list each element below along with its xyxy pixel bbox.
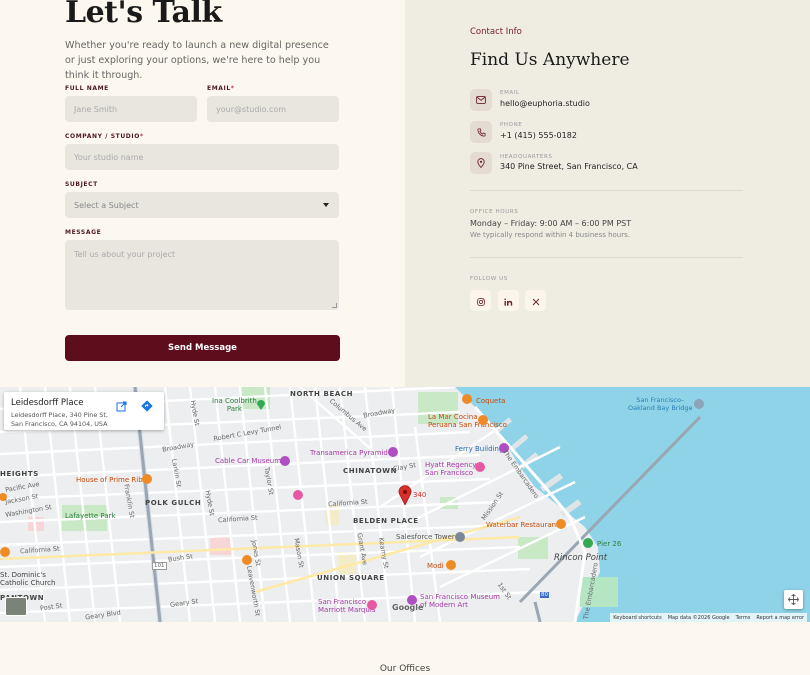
- park-pin-icon[interactable]: [256, 398, 266, 410]
- follow-us-label: FOLLOW US: [470, 276, 508, 282]
- poi-label[interactable]: Cable Car Museum: [215, 457, 281, 465]
- instagram-button[interactable]: [470, 290, 491, 311]
- neighborhood-label: POLK GULCH: [145, 499, 202, 507]
- directions-icon[interactable]: [141, 400, 153, 412]
- place-address: Leidesdorff Place, 340 Pine St, San Fran…: [11, 411, 108, 428]
- poi-label[interactable]: San Francisco Museum of Modern Art: [420, 593, 500, 609]
- map-data-text: Map data ©2026 Google: [667, 614, 730, 621]
- place-label: Rincon Point: [554, 553, 608, 563]
- poi-label[interactable]: Ferry Building: [455, 445, 503, 453]
- page-title: Let's Talk: [65, 0, 222, 30]
- poi-label[interactable]: Transamerica Pyramid: [310, 449, 388, 457]
- contact-form-panel: Let's Talk Whether you're ready to launc…: [0, 0, 405, 387]
- company-input[interactable]: Your studio name: [65, 144, 339, 170]
- poi-label[interactable]: St. Dominic's Catholic Church: [0, 571, 55, 587]
- offices-heading: Our Offices: [379, 664, 431, 674]
- poi-label[interactable]: Pier 26: [597, 540, 621, 548]
- poi-label[interactable]: House of Prime Rib: [76, 476, 143, 484]
- report-error-link[interactable]: Report a map error: [756, 615, 804, 621]
- location-pin-icon: [470, 152, 492, 174]
- message-textarea[interactable]: Tell us about your project: [65, 240, 339, 310]
- neighborhood-label: CHINATOWN: [343, 467, 398, 475]
- restaurant-pin-icon[interactable]: [142, 474, 152, 484]
- location-marker-icon[interactable]: [398, 485, 412, 505]
- hq-info-label: HEADQUARTERS: [500, 154, 553, 160]
- restaurant-pin-icon[interactable]: [462, 394, 472, 406]
- hotel-pin-icon[interactable]: [293, 490, 303, 500]
- terms-link[interactable]: Terms: [736, 615, 751, 621]
- restaurant-pin-icon[interactable]: [446, 560, 456, 570]
- email-link[interactable]: hello@euphoria.studio: [500, 99, 590, 108]
- satellite-toggle-button[interactable]: [5, 597, 27, 616]
- hotel-pin-icon[interactable]: [475, 462, 485, 472]
- divider: [470, 257, 743, 258]
- keyboard-shortcuts-link[interactable]: Keyboard shortcuts: [613, 615, 661, 621]
- office-hours-note: We typically respond within 4 business h…: [470, 231, 630, 239]
- poi-label[interactable]: Ina Coolbrith Park: [212, 397, 257, 413]
- divider: [470, 190, 743, 191]
- building-pin-icon[interactable]: [455, 532, 465, 542]
- phone-link[interactable]: +1 (415) 555-0182: [500, 131, 577, 140]
- poi-label[interactable]: Coqueta: [476, 397, 505, 405]
- full-name-label: FULL NAME: [65, 85, 109, 92]
- landmark-pin-icon[interactable]: [694, 399, 704, 409]
- poi-label[interactable]: Hyatt Regency San Francisco: [425, 461, 476, 477]
- poi-label[interactable]: La Mar Cocina Peruana San Francisco: [428, 413, 507, 429]
- neighborhood-label: NORTH BEACH: [290, 390, 354, 398]
- google-logo: Google: [392, 603, 424, 612]
- poi-label[interactable]: Lafayette Park: [65, 512, 116, 520]
- landmark-pin-icon[interactable]: [388, 447, 398, 457]
- linkedin-button[interactable]: [498, 290, 519, 311]
- park-pin-icon[interactable]: [583, 538, 593, 548]
- restaurant-pin-icon[interactable]: [242, 555, 252, 565]
- office-hours-label: OFFICE HOURS: [470, 209, 519, 215]
- neighborhood-label: HEIGHTS: [0, 470, 39, 478]
- phone-info-label: PHONE: [500, 122, 523, 128]
- water-label: San Francisco– Oakland Bay Bridge: [628, 396, 693, 412]
- highway-shield: 101: [152, 562, 167, 570]
- neighborhood-label: UNION SQUARE: [317, 574, 385, 582]
- map-attribution: Keyboard shortcuts Map data ©2026 Google…: [610, 613, 807, 622]
- poi-label[interactable]: Waterbar Restaurant: [486, 521, 559, 529]
- contact-section: Let's Talk Whether you're ready to launc…: [0, 0, 810, 387]
- chevron-down-icon: [323, 203, 329, 207]
- email-info-label: EMAIL: [500, 90, 520, 96]
- museum-pin-icon[interactable]: [280, 456, 290, 466]
- x-icon: [532, 291, 540, 310]
- marker-label: 340: [413, 491, 427, 499]
- email-label: EMAIL*: [207, 85, 235, 92]
- company-label: COMPANY / STUDIO*: [65, 133, 144, 140]
- email-icon: [470, 89, 492, 111]
- send-message-button[interactable]: Send Message: [65, 335, 340, 361]
- poi-label[interactable]: Salesforce Tower: [396, 533, 455, 541]
- full-name-input[interactable]: Jane Smith: [65, 96, 197, 122]
- fullscreen-button[interactable]: [784, 590, 803, 609]
- map-embed[interactable]: NORTH BEACH CHINATOWN POLK GULCH BELDEN …: [0, 387, 810, 622]
- email-input[interactable]: your@studio.com: [207, 96, 339, 122]
- office-hours-value: Monday – Friday: 9:00 AM – 6:00 PM PST: [470, 219, 632, 228]
- resize-grip-icon[interactable]: [332, 303, 337, 308]
- place-info-card: Leidesdorff Place Leidesdorff Place, 340…: [4, 392, 164, 430]
- hq-address: 340 Pine Street, San Francisco, CA: [500, 162, 638, 171]
- poi-label[interactable]: Modi: [427, 562, 444, 570]
- intro-text: Whether you're ready to launch a new dig…: [65, 40, 329, 81]
- subject-select[interactable]: Select a Subject: [65, 192, 339, 218]
- hotel-pin-icon[interactable]: [367, 600, 377, 610]
- linkedin-icon: [504, 291, 513, 310]
- contact-info-title: Find Us Anywhere: [470, 50, 630, 70]
- restaurant-pin-icon[interactable]: [556, 519, 566, 529]
- place-title: Leidesdorff Place: [11, 398, 84, 408]
- message-label: MESSAGE: [65, 229, 102, 236]
- open-in-maps-icon[interactable]: [116, 401, 127, 412]
- neighborhood-label: BELDEN PLACE: [353, 517, 419, 525]
- x-button[interactable]: [525, 290, 546, 311]
- restaurant-pin-icon[interactable]: [478, 415, 488, 427]
- phone-icon: [470, 121, 492, 143]
- instagram-icon: [476, 291, 485, 310]
- fullscreen-icon: [788, 594, 799, 605]
- highway-shield: 80: [540, 592, 549, 598]
- contact-info-eyebrow: Contact Info: [470, 27, 522, 37]
- subject-label: SUBJECT: [65, 181, 98, 188]
- restaurant-pin-icon[interactable]: [0, 547, 10, 557]
